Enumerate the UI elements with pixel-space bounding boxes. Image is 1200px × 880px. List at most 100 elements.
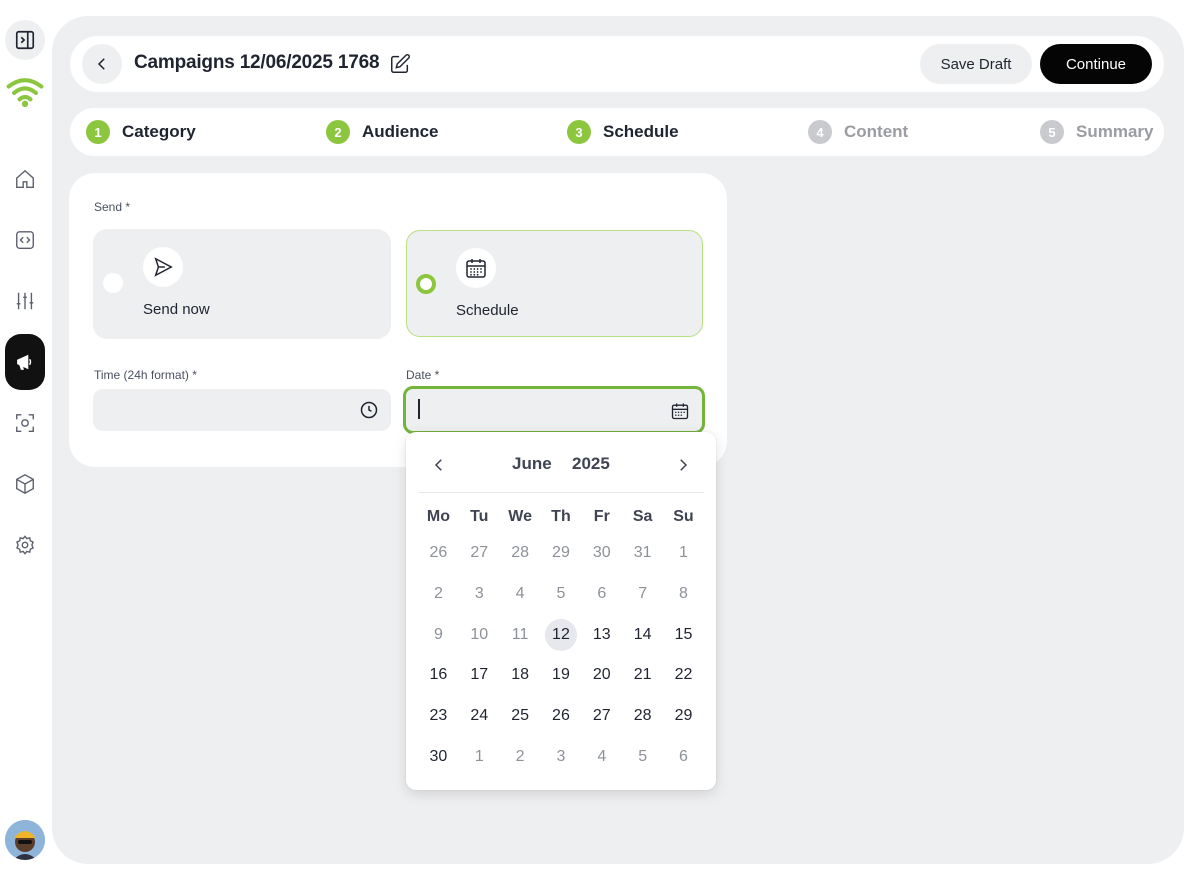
continue-button[interactable]: Continue (1040, 44, 1152, 84)
calendar-day[interactable]: 6 (663, 736, 704, 777)
calendar-day[interactable]: 29 (663, 696, 704, 737)
calendar-day[interactable]: 8 (663, 574, 704, 615)
nav-code[interactable] (5, 220, 45, 260)
calendar-day[interactable]: 2 (418, 574, 459, 615)
calendar-day[interactable]: 17 (459, 655, 500, 696)
calendar-day[interactable]: 23 (418, 696, 459, 737)
day-number: 12 (544, 618, 577, 651)
calendar-day[interactable]: 5 (622, 736, 663, 777)
clock-icon[interactable] (359, 400, 379, 420)
day-number: 1 (474, 747, 484, 765)
step-summary[interactable]: 5 Summary (1040, 120, 1153, 144)
calendar-day[interactable]: 27 (459, 533, 500, 574)
calendar-day[interactable]: 24 (459, 696, 500, 737)
day-number: 28 (633, 707, 652, 725)
calendar-day[interactable]: 30 (581, 533, 622, 574)
save-draft-button[interactable]: Save Draft (920, 44, 1032, 84)
calendar-day[interactable]: 29 (541, 533, 582, 574)
calendar-day[interactable]: 6 (581, 574, 622, 615)
step-number: 5 (1040, 120, 1064, 144)
calendar-day[interactable]: 30 (418, 736, 459, 777)
step-label: Content (844, 122, 909, 141)
calendar-day[interactable]: 14 (622, 614, 663, 655)
step-number: 2 (326, 120, 350, 144)
calendar-day[interactable]: 25 (500, 696, 541, 737)
step-label: Audience (362, 122, 439, 141)
nav-cube[interactable] (5, 464, 45, 504)
step-audience[interactable]: 2 Audience (326, 120, 439, 144)
calendar-day[interactable]: 5 (541, 574, 582, 615)
nav-scan[interactable] (5, 403, 45, 443)
calendar-day[interactable]: 3 (459, 574, 500, 615)
calendar-picker-icon[interactable] (670, 401, 690, 421)
calendar-day[interactable]: 18 (500, 655, 541, 696)
weekday-label: Tu (470, 508, 489, 525)
calendar-day[interactable]: 21 (622, 655, 663, 696)
edit-title-button[interactable] (388, 52, 412, 76)
calendar-day[interactable]: 26 (418, 533, 459, 574)
prev-month-button[interactable] (426, 452, 452, 478)
step-number: 1 (86, 120, 110, 144)
back-button[interactable] (82, 44, 122, 84)
date-input[interactable] (403, 386, 705, 434)
chevron-left-icon (434, 459, 442, 471)
calendar-day[interactable]: 15 (663, 614, 704, 655)
day-number: 10 (470, 625, 489, 643)
day-number: 6 (679, 747, 688, 765)
calendar-day[interactable]: 4 (581, 736, 622, 777)
chevron-left-icon (97, 58, 105, 70)
calendar-day[interactable]: 20 (581, 655, 622, 696)
day-number: 21 (633, 666, 652, 684)
calendar-day[interactable]: 22 (663, 655, 704, 696)
date-picker-popup: June 2025 Mo Tu We Th Fr Sa Su 26 27 28 29 30 31 1 2 3… (406, 432, 716, 790)
nav-settings[interactable] (5, 525, 45, 565)
calendar-day[interactable]: 2 (500, 736, 541, 777)
calendar-day[interactable]: 11 (500, 614, 541, 655)
step-content[interactable]: 4 Content (808, 120, 908, 144)
sidebar-toggle-button[interactable] (5, 20, 45, 60)
nav-sliders[interactable] (5, 281, 45, 321)
calendar-day[interactable]: 9 (418, 614, 459, 655)
year-label[interactable]: 2025 (572, 454, 610, 474)
day-number: 8 (679, 585, 688, 603)
day-number: 5 (556, 585, 566, 603)
day-number: 17 (470, 666, 489, 684)
calendar-day[interactable]: 16 (418, 655, 459, 696)
time-input[interactable] (93, 389, 391, 431)
calendar-day[interactable]: 1 (663, 533, 704, 574)
calendar-day[interactable]: 31 (622, 533, 663, 574)
step-category[interactable]: 1 Category (86, 120, 196, 144)
avatar[interactable] (5, 820, 45, 860)
calendar-day[interactable]: 28 (500, 533, 541, 574)
day-number: 27 (470, 544, 489, 562)
calendar-day[interactable]: 4 (500, 574, 541, 615)
calendar-day[interactable]: 28 (622, 696, 663, 737)
calendar-day[interactable]: 1 (459, 736, 500, 777)
sidebar-toggle-icon (15, 30, 35, 50)
calendar-day[interactable]: 7 (622, 574, 663, 615)
next-month-button[interactable] (670, 452, 696, 478)
calendar-day[interactable]: 27 (581, 696, 622, 737)
weekday-header: Mo Tu We Th Fr Sa Su (418, 502, 704, 532)
nav-campaigns[interactable] (5, 334, 45, 390)
calendar-day-today[interactable]: 12 (541, 614, 582, 655)
step-schedule[interactable]: 3 Schedule (567, 120, 679, 144)
sliders-icon (16, 292, 34, 310)
send-now-option[interactable]: Send now (93, 229, 391, 339)
calendar-day[interactable]: 10 (459, 614, 500, 655)
page-title: Campaigns 12/06/2025 1768 (134, 52, 380, 73)
send-now-radio[interactable] (103, 273, 123, 293)
day-number: 1 (679, 544, 688, 562)
avatar-image (5, 820, 45, 860)
nav-home[interactable] (5, 159, 45, 199)
calendar-day[interactable]: 19 (541, 655, 582, 696)
day-number: 23 (429, 707, 448, 725)
month-label[interactable]: June (512, 454, 552, 474)
calendar-day[interactable]: 26 (541, 696, 582, 737)
schedule-option[interactable]: Schedule (406, 230, 703, 337)
schedule-radio[interactable] (416, 274, 436, 294)
schedule-card: Send * Send now Schedule Time (24h forma… (69, 173, 727, 467)
logo[interactable] (5, 72, 45, 112)
calendar-day[interactable]: 13 (581, 614, 622, 655)
calendar-day[interactable]: 3 (541, 736, 582, 777)
